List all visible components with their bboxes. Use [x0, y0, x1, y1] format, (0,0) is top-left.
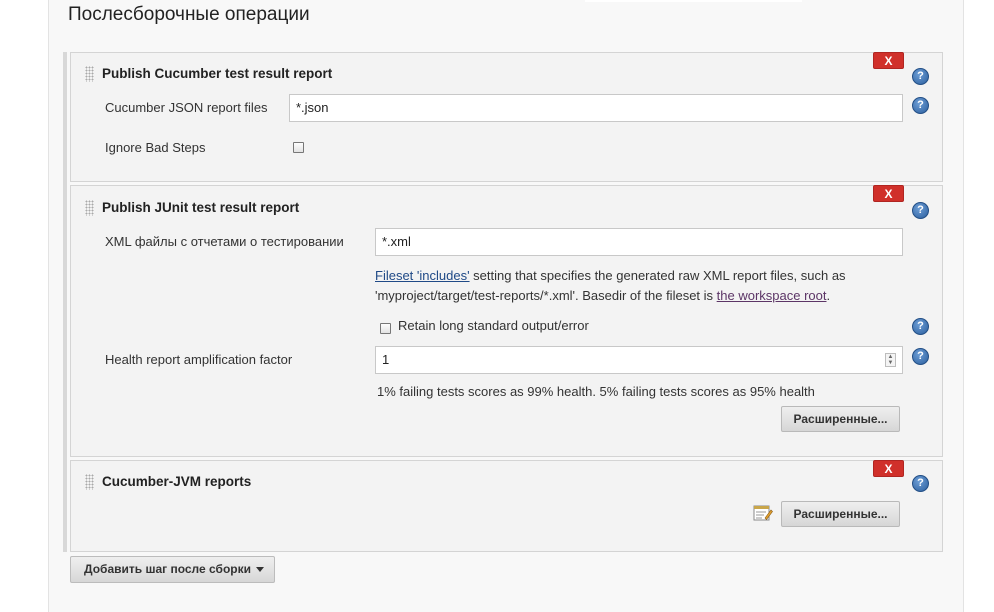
advanced-button[interactable]: Расширенные... — [781, 501, 900, 527]
drag-handle-icon[interactable] — [85, 200, 94, 216]
dropdown-caret-icon — [256, 567, 264, 572]
block-title: Cucumber-JVM reports — [102, 474, 252, 489]
help-icon[interactable]: ? — [912, 97, 929, 114]
ignore-bad-steps-checkbox[interactable] — [293, 142, 304, 153]
json-report-label: Cucumber JSON report files — [105, 100, 268, 115]
advanced-button[interactable]: Расширенные... — [781, 406, 900, 432]
delete-step-button[interactable]: X — [873, 185, 904, 202]
notepad-icon[interactable] — [753, 504, 773, 522]
desc-text: setting that specifies the generated raw… — [469, 268, 846, 283]
drag-handle-icon[interactable] — [85, 66, 94, 82]
spinner-down-icon[interactable]: ▼ — [886, 360, 895, 366]
help-icon[interactable]: ? — [912, 318, 929, 335]
ignore-bad-steps-label: Ignore Bad Steps — [105, 140, 206, 155]
xml-report-description: Fileset 'includes' setting that specifie… — [375, 266, 915, 306]
retain-output-label: Retain long standard output/error — [398, 318, 589, 333]
xml-report-label: XML файлы с отчетами о тестировании — [105, 234, 344, 249]
junit-report-block: Publish JUnit test result report X ? XML… — [70, 185, 943, 457]
desc-text: . — [826, 288, 831, 303]
section-title: Послесборочные операции — [68, 4, 310, 25]
health-factor-input[interactable]: 1 ▲ ▼ — [375, 346, 903, 374]
tab-gap — [585, 0, 802, 2]
health-factor-value: 1 — [382, 352, 390, 367]
fileset-includes-link[interactable]: Fileset 'includes' — [375, 268, 470, 283]
section-rail — [63, 52, 67, 552]
help-icon[interactable]: ? — [912, 475, 929, 492]
delete-step-button[interactable]: X — [873, 52, 904, 69]
desc-text: 'myproject/target/test-reports/*.xml'. B… — [375, 288, 717, 303]
health-factor-label: Health report amplification factor — [105, 352, 293, 367]
block-title: Publish Cucumber test result report — [102, 66, 333, 81]
help-icon[interactable]: ? — [912, 68, 929, 85]
block-title: Publish JUnit test result report — [102, 200, 300, 215]
xml-report-input[interactable]: *.xml — [375, 228, 903, 256]
json-report-input[interactable]: *.json — [289, 94, 903, 122]
number-spinner[interactable]: ▲ ▼ — [885, 353, 896, 367]
delete-step-button[interactable]: X — [873, 460, 904, 477]
health-factor-hint: 1% failing tests scores as 99% health. 5… — [377, 384, 815, 399]
add-post-build-step-button[interactable]: Добавить шаг после сборки — [70, 556, 275, 583]
drag-handle-icon[interactable] — [85, 474, 94, 490]
help-icon[interactable]: ? — [912, 348, 929, 365]
add-step-label: Добавить шаг после сборки — [84, 562, 251, 576]
workspace-root-link[interactable]: the workspace root — [717, 288, 827, 303]
retain-output-checkbox[interactable] — [380, 323, 391, 334]
help-icon[interactable]: ? — [912, 202, 929, 219]
cucumber-jvm-block: Cucumber-JVM reports X ? Расширенные... — [70, 460, 943, 552]
cucumber-report-block: Publish Cucumber test result report X ? … — [70, 52, 943, 182]
